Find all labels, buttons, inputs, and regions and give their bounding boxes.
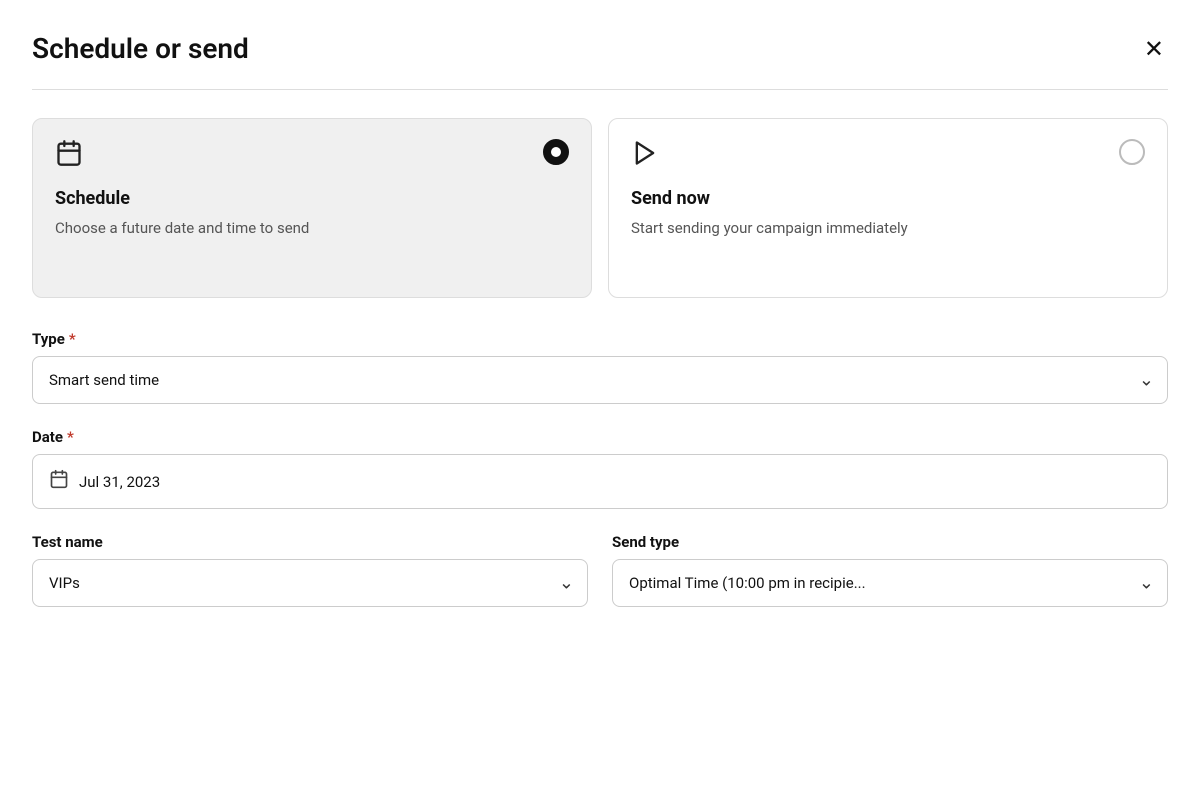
option-cards-container: Schedule Choose a future date and time t…	[32, 118, 1168, 298]
date-input[interactable]: Jul 31, 2023	[32, 454, 1168, 509]
type-select-wrapper: Smart send time ⌄	[32, 356, 1168, 404]
header-divider	[32, 89, 1168, 90]
type-select[interactable]: Smart send time	[32, 356, 1168, 404]
send-icon	[631, 139, 659, 174]
test-name-label: Test name	[32, 533, 588, 551]
send-now-radio[interactable]	[1119, 139, 1145, 165]
send-type-section: Send type Optimal Time (10:00 pm in reci…	[612, 533, 1168, 607]
close-button[interactable]: ✕	[1140, 33, 1168, 65]
send-type-label: Send type	[612, 533, 1168, 551]
modal-title: Schedule or send	[32, 32, 249, 65]
close-icon: ✕	[1144, 35, 1164, 63]
test-name-select-wrapper: VIPs ⌄	[32, 559, 588, 607]
test-name-section: Test name VIPs ⌄	[32, 533, 588, 607]
schedule-radio[interactable]	[543, 139, 569, 165]
type-required-star: *	[69, 330, 76, 348]
date-calendar-icon	[49, 469, 69, 494]
schedule-card-title: Schedule	[55, 188, 569, 209]
date-required-star: *	[67, 428, 74, 446]
type-label: Type *	[32, 330, 1168, 348]
send-type-select-wrapper: Optimal Time (10:00 pm in recipie... ⌄	[612, 559, 1168, 607]
modal-header: Schedule or send ✕	[32, 32, 1168, 65]
send-now-card[interactable]: Send now Start sending your campaign imm…	[608, 118, 1168, 298]
bottom-fields-row: Test name VIPs ⌄ Send type Optimal Time …	[32, 533, 1168, 631]
test-name-select[interactable]: VIPs	[32, 559, 588, 607]
send-now-card-title: Send now	[631, 188, 1145, 209]
send-now-card-description: Start sending your campaign immediately	[631, 217, 1145, 240]
date-field-section: Date * Jul 31, 2023	[32, 428, 1168, 509]
date-label: Date *	[32, 428, 1168, 446]
send-now-card-top	[631, 139, 1145, 174]
type-field-section: Type * Smart send time ⌄	[32, 330, 1168, 404]
schedule-card-top	[55, 139, 569, 174]
date-value: Jul 31, 2023	[79, 473, 160, 491]
calendar-icon	[55, 139, 83, 174]
send-type-select[interactable]: Optimal Time (10:00 pm in recipie...	[612, 559, 1168, 607]
schedule-or-send-modal: Schedule or send ✕ Schedule	[0, 0, 1200, 808]
schedule-card[interactable]: Schedule Choose a future date and time t…	[32, 118, 592, 298]
schedule-card-description: Choose a future date and time to send	[55, 217, 569, 240]
